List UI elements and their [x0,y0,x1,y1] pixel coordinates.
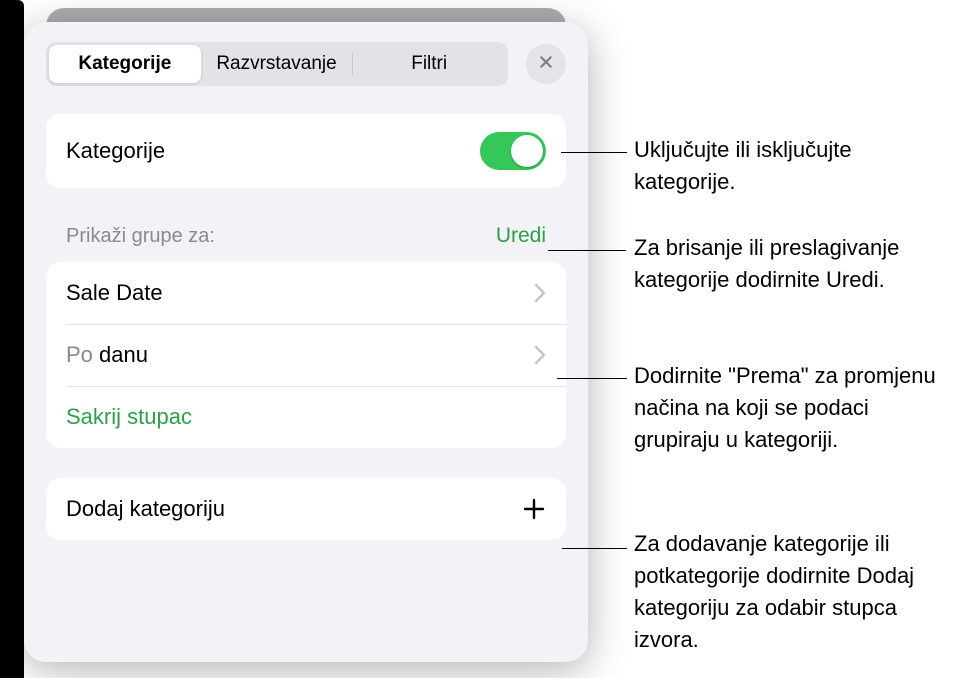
tab-filters[interactable]: Filtri [353,45,505,83]
categories-toggle-label: Kategorije [66,138,480,164]
tab-sorting-label: Razvrstavanje [216,53,336,75]
callout-by: Dodirnite "Prema" za promjenu načina na … [634,360,952,456]
plus-icon [522,497,546,521]
chevron-right-icon [534,345,546,365]
group-by-label: Po danu [66,342,534,368]
add-category-label: Dodaj kategoriju [66,496,522,522]
hide-column-label: Sakrij stupac [66,404,546,430]
group-by-row[interactable]: Po danu [46,324,566,386]
callout-line [548,250,626,251]
close-button[interactable] [526,44,566,84]
group-by-prefix: Po [66,342,99,367]
categories-panel: Kategorije Razvrstavanje Filtri [24,22,588,662]
panel-header: Kategorije Razvrstavanje Filtri [46,42,566,86]
callout-add: Za dodavanje kategorije ili potkategorij… [634,528,952,656]
tab-sorting[interactable]: Razvrstavanje [201,45,353,83]
callout-edit: Za brisanje ili preslagivanje kategorije… [634,232,952,296]
group-item-sale-date-label: Sale Date [66,280,534,306]
tab-filters-label: Filtri [411,53,447,75]
close-icon [538,54,554,75]
groups-header-label: Prikaži grupe za: [66,225,215,248]
categories-toggle-card: Kategorije [46,114,566,188]
chevron-right-icon [534,283,546,303]
categories-toggle[interactable] [480,132,546,170]
callout-line [557,378,627,379]
hide-column-row[interactable]: Sakrij stupac [46,386,566,448]
groups-list-card: Sale Date Po danu Sakrij stupa [46,262,566,448]
group-item-sale-date[interactable]: Sale Date [46,262,566,324]
groups-section-header: Prikaži grupe za: Uredi [46,224,566,248]
callout-line [562,548,627,549]
tab-categories-label: Kategorije [78,53,171,75]
add-category-card: Dodaj kategoriju [46,478,566,540]
categories-toggle-row: Kategorije [46,114,566,188]
tab-categories[interactable]: Kategorije [49,45,201,83]
add-category-row[interactable]: Dodaj kategoriju [46,478,566,540]
edit-button[interactable]: Uredi [496,224,546,248]
group-by-value: danu [99,342,148,367]
window-edge [0,0,24,678]
callout-line [561,152,627,153]
callout-toggle: Uključujte ili isključujte kategorije. [634,134,952,198]
segmented-control: Kategorije Razvrstavanje Filtri [46,42,508,86]
